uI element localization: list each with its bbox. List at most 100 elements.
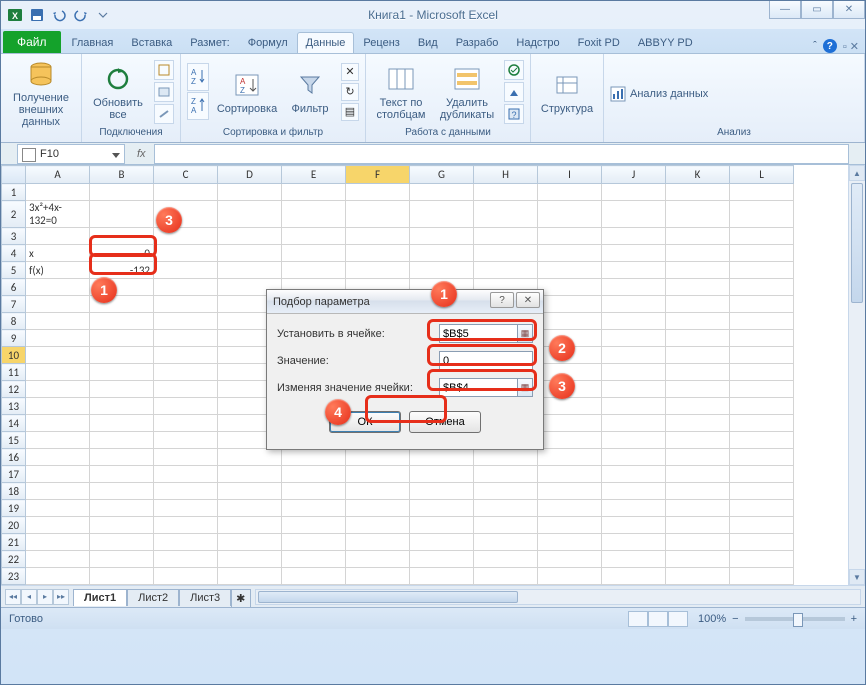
- input-to-value[interactable]: [439, 351, 533, 370]
- col-header-H[interactable]: H: [474, 166, 538, 184]
- cell-K17[interactable]: [666, 466, 730, 483]
- cell-G23[interactable]: [410, 568, 474, 585]
- cell-I15[interactable]: [538, 432, 602, 449]
- cell-B18[interactable]: [90, 483, 154, 500]
- col-header-A[interactable]: A: [26, 166, 90, 184]
- cell-J14[interactable]: [602, 415, 666, 432]
- cell-H3[interactable]: [474, 228, 538, 245]
- cell-E20[interactable]: [282, 517, 346, 534]
- cell-L7[interactable]: [730, 296, 794, 313]
- advanced-filter-icon[interactable]: ▤: [341, 103, 359, 121]
- cell-C15[interactable]: [154, 432, 218, 449]
- cell-D20[interactable]: [218, 517, 282, 534]
- cell-C11[interactable]: [154, 364, 218, 381]
- cell-L21[interactable]: [730, 534, 794, 551]
- cell-A12[interactable]: [26, 381, 90, 398]
- row-header-16[interactable]: 16: [2, 449, 26, 466]
- fx-icon[interactable]: fx: [129, 148, 154, 160]
- select-all-corner[interactable]: [2, 166, 26, 184]
- cell-B4[interactable]: 0: [90, 245, 154, 262]
- cell-L23[interactable]: [730, 568, 794, 585]
- cell-L19[interactable]: [730, 500, 794, 517]
- col-header-E[interactable]: E: [282, 166, 346, 184]
- cell-I22[interactable]: [538, 551, 602, 568]
- cell-K3[interactable]: [666, 228, 730, 245]
- cell-J16[interactable]: [602, 449, 666, 466]
- cell-D18[interactable]: [218, 483, 282, 500]
- cell-C17[interactable]: [154, 466, 218, 483]
- cell-A15[interactable]: [26, 432, 90, 449]
- row-header-8[interactable]: 8: [2, 313, 26, 330]
- ribbon-options-icon[interactable]: ▫ ✕: [843, 40, 859, 53]
- cell-L5[interactable]: [730, 262, 794, 279]
- cell-G3[interactable]: [410, 228, 474, 245]
- cell-A19[interactable]: [26, 500, 90, 517]
- cell-J13[interactable]: [602, 398, 666, 415]
- cell-H20[interactable]: [474, 517, 538, 534]
- formula-bar[interactable]: [154, 144, 849, 164]
- sort-button[interactable]: AZ Сортировка: [215, 67, 279, 117]
- cell-C13[interactable]: [154, 398, 218, 415]
- cell-I20[interactable]: [538, 517, 602, 534]
- cell-E5[interactable]: [282, 262, 346, 279]
- cell-L15[interactable]: [730, 432, 794, 449]
- row-header-3[interactable]: 3: [2, 228, 26, 245]
- cell-G20[interactable]: [410, 517, 474, 534]
- cell-I5[interactable]: [538, 262, 602, 279]
- cell-A21[interactable]: [26, 534, 90, 551]
- cell-J7[interactable]: [602, 296, 666, 313]
- cell-B19[interactable]: [90, 500, 154, 517]
- col-header-K[interactable]: K: [666, 166, 730, 184]
- cell-J20[interactable]: [602, 517, 666, 534]
- cell-B10[interactable]: [90, 347, 154, 364]
- cell-B13[interactable]: [90, 398, 154, 415]
- cell-D5[interactable]: [218, 262, 282, 279]
- cell-J21[interactable]: [602, 534, 666, 551]
- tab-insert[interactable]: Вставка: [122, 32, 181, 53]
- cell-B11[interactable]: [90, 364, 154, 381]
- row-header-19[interactable]: 19: [2, 500, 26, 517]
- cell-A11[interactable]: [26, 364, 90, 381]
- row-header-14[interactable]: 14: [2, 415, 26, 432]
- cell-I7[interactable]: [538, 296, 602, 313]
- col-header-I[interactable]: I: [538, 166, 602, 184]
- cell-K11[interactable]: [666, 364, 730, 381]
- cancel-button[interactable]: Отмена: [409, 411, 481, 433]
- cell-F23[interactable]: [346, 568, 410, 585]
- cell-J22[interactable]: [602, 551, 666, 568]
- cell-A3[interactable]: [26, 228, 90, 245]
- cell-B8[interactable]: [90, 313, 154, 330]
- cell-F19[interactable]: [346, 500, 410, 517]
- cell-D1[interactable]: [218, 184, 282, 201]
- minimize-button[interactable]: —: [769, 1, 801, 19]
- cell-I13[interactable]: [538, 398, 602, 415]
- cell-I14[interactable]: [538, 415, 602, 432]
- file-tab[interactable]: Файл: [3, 31, 61, 53]
- cell-F2[interactable]: [346, 201, 410, 228]
- row-header-15[interactable]: 15: [2, 432, 26, 449]
- qat-dropdown-icon[interactable]: [93, 5, 113, 25]
- row-header-12[interactable]: 12: [2, 381, 26, 398]
- row-header-5[interactable]: 5: [2, 262, 26, 279]
- cell-H5[interactable]: [474, 262, 538, 279]
- edit-links-icon[interactable]: [154, 104, 174, 124]
- cell-E1[interactable]: [282, 184, 346, 201]
- cell-A13[interactable]: [26, 398, 90, 415]
- tab-home[interactable]: Главная: [63, 32, 123, 53]
- cell-K19[interactable]: [666, 500, 730, 517]
- cell-C1[interactable]: [154, 184, 218, 201]
- cell-C6[interactable]: [154, 279, 218, 296]
- row-header-21[interactable]: 21: [2, 534, 26, 551]
- view-pagebreak-button[interactable]: [668, 611, 688, 627]
- cell-H1[interactable]: [474, 184, 538, 201]
- save-icon[interactable]: [27, 5, 47, 25]
- cell-E21[interactable]: [282, 534, 346, 551]
- cell-L1[interactable]: [730, 184, 794, 201]
- view-normal-button[interactable]: [628, 611, 648, 627]
- cell-J23[interactable]: [602, 568, 666, 585]
- cell-L6[interactable]: [730, 279, 794, 296]
- cell-F17[interactable]: [346, 466, 410, 483]
- cell-B3[interactable]: [90, 228, 154, 245]
- whatif-icon[interactable]: ?: [504, 104, 524, 124]
- cell-K18[interactable]: [666, 483, 730, 500]
